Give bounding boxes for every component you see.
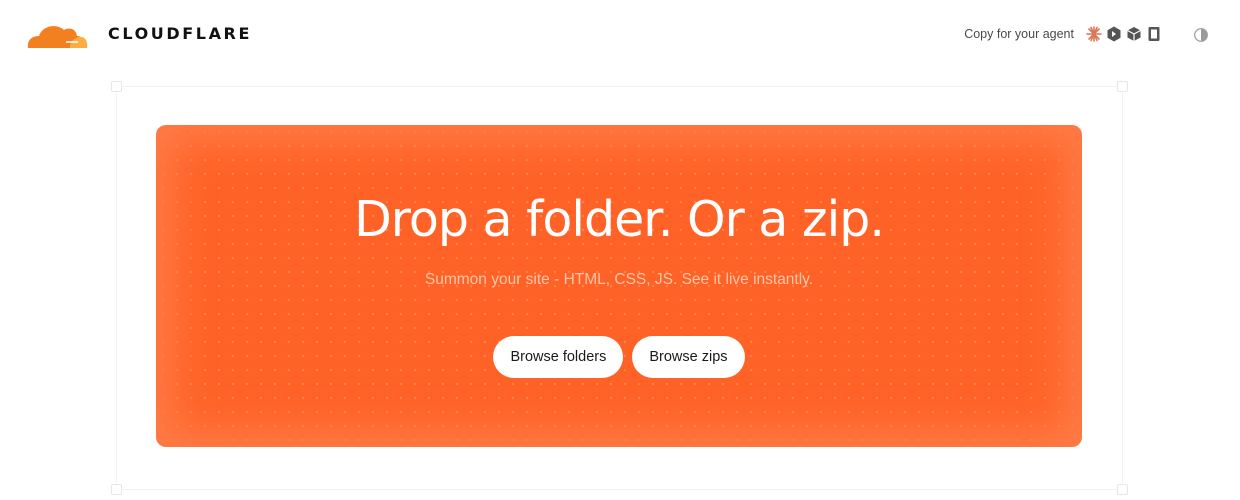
book-icon[interactable] bbox=[1146, 26, 1162, 42]
cursor-icon[interactable] bbox=[1106, 26, 1122, 42]
resize-handle-top-left[interactable] bbox=[111, 81, 122, 92]
cube-icon[interactable] bbox=[1126, 26, 1142, 42]
half-circle-contrast-icon[interactable] bbox=[1193, 27, 1209, 43]
cloudflare-cloud-icon bbox=[27, 26, 88, 48]
drop-zone-subtitle: Summon your site - HTML, CSS, JS. See it… bbox=[424, 271, 814, 288]
resize-handle-top-right[interactable] bbox=[1117, 81, 1128, 92]
browse-buttons: Browse folders Browse zips bbox=[156, 336, 1082, 378]
copy-for-agent: Copy for your agent bbox=[964, 24, 1162, 44]
cloudflare-logo[interactable]: CLOUDFLARE bbox=[26, 18, 252, 48]
drop-zone-headline: Drop a folder. Or a zip. bbox=[354, 191, 885, 248]
resize-handle-bottom-right[interactable] bbox=[1117, 484, 1128, 495]
browse-folders-button[interactable]: Browse folders bbox=[493, 336, 624, 378]
browse-zips-button[interactable]: Browse zips bbox=[632, 336, 745, 378]
logo-wordmark: CLOUDFLARE bbox=[108, 23, 252, 43]
claude-icon[interactable] bbox=[1086, 26, 1102, 42]
top-bar: CLOUDFLARE Copy for your agent bbox=[0, 0, 1240, 70]
drop-zone[interactable]: Drop a folder. Or a zip. Summon your sit… bbox=[156, 125, 1082, 447]
resize-handle-bottom-left[interactable] bbox=[111, 484, 122, 495]
copy-for-agent-label[interactable]: Copy for your agent bbox=[964, 27, 1074, 41]
